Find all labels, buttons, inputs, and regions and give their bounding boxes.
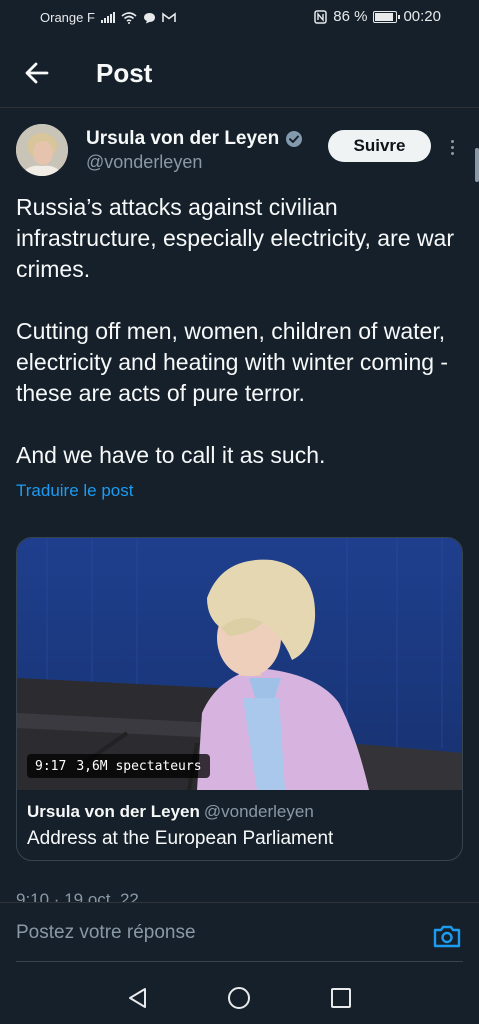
wifi-icon — [121, 11, 137, 24]
carrier-label: Orange F — [40, 10, 95, 25]
back-button[interactable] — [22, 58, 52, 88]
post-text: Russia’s attacks against civilian infras… — [16, 192, 464, 471]
post-paragraph: Russia’s attacks against civilian infras… — [16, 194, 454, 282]
scroll-indicator — [475, 148, 479, 182]
video-views: 3,6M spectateurs — [76, 758, 202, 774]
nav-home-button[interactable] — [225, 984, 253, 1012]
battery-fill — [375, 12, 393, 21]
nav-recents-icon — [331, 988, 351, 1008]
avatar-photo — [16, 124, 68, 176]
verified-badge-icon — [286, 131, 303, 147]
reply-underline — [16, 961, 463, 962]
card-title: Address at the European Parliament — [27, 828, 334, 849]
author-handle[interactable]: @vonderleyen — [86, 152, 202, 173]
nav-back-button[interactable] — [124, 984, 152, 1012]
reply-input[interactable] — [16, 917, 416, 949]
battery-percent: 86 % — [333, 8, 368, 25]
video-card-info[interactable]: Ursula von der Leyen @vonderleyen Address… — [17, 790, 462, 860]
gmail-icon — [162, 12, 176, 22]
top-app-bar: Post — [0, 36, 479, 108]
clock: 00:20 — [403, 8, 441, 25]
video-card[interactable]: 9:17 3,6M spectateurs Ursula von der Ley… — [16, 537, 463, 861]
video-duration: 9:17 — [35, 758, 67, 774]
signal-icon — [100, 12, 115, 23]
more-vertical-icon[interactable] — [444, 134, 460, 160]
video-thumbnail[interactable]: 9:17 3,6M spectateurs — [17, 538, 462, 790]
follow-button[interactable]: Suivre — [328, 130, 431, 162]
camera-icon — [433, 925, 461, 948]
avatar[interactable] — [16, 124, 68, 176]
card-author: Ursula von der Leyen @vonderleyen — [27, 802, 454, 822]
page-title: Post — [96, 58, 153, 88]
status-left: Orange F — [40, 10, 176, 25]
status-right: 86 % 00:20 — [314, 8, 441, 25]
video-stats-overlay: 9:17 3,6M spectateurs — [27, 754, 210, 778]
card-author-name: Ursula von der Leyen — [27, 802, 200, 821]
card-author-handle: @vonderleyen — [203, 802, 314, 821]
author-name[interactable]: Ursula von der Leyen — [86, 128, 303, 150]
nav-home-icon — [228, 987, 250, 1009]
arrow-left-icon — [25, 62, 49, 84]
nav-back-icon — [129, 988, 146, 1008]
nfc-icon — [314, 9, 327, 24]
system-nav-bar — [0, 970, 479, 1024]
video-frame — [17, 538, 462, 790]
app-screen: Orange F 86 % 00:20 Post Ursula von der … — [0, 0, 479, 1024]
translate-post-link[interactable]: Traduire le post — [16, 481, 133, 501]
post-paragraph: And we have to call it as such. — [16, 442, 326, 468]
nav-recents-button[interactable] — [327, 984, 355, 1012]
post-paragraph: Cutting off men, women, children of wate… — [16, 318, 449, 406]
camera-button[interactable] — [432, 923, 462, 949]
status-bar: Orange F 86 % 00:20 — [0, 0, 479, 36]
battery-icon — [373, 10, 401, 23]
author-name-text: Ursula von der Leyen — [86, 128, 280, 149]
message-icon — [143, 12, 155, 23]
reply-bar — [0, 902, 479, 970]
